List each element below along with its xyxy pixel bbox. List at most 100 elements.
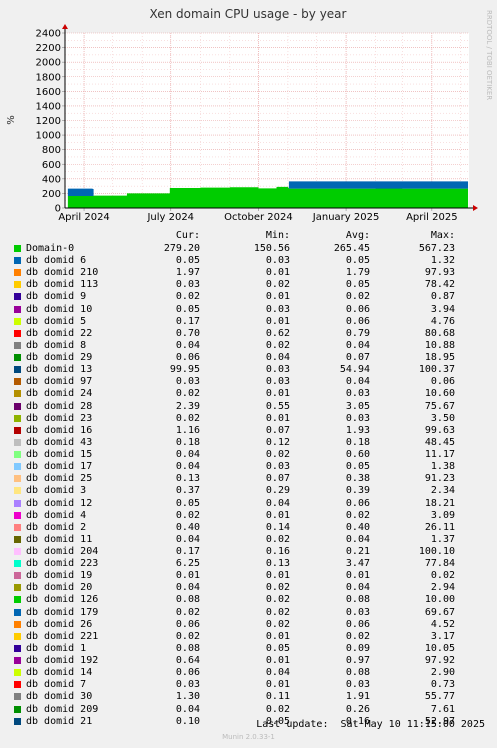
legend-row: db domid 23 0.02 0.01 0.03 3.50 <box>0 413 497 425</box>
legend-series-name: db domid 22 <box>26 327 93 339</box>
legend-max-value: 55.77 <box>424 691 455 703</box>
legend-min-value: 0.01 <box>265 267 290 279</box>
legend-cur-value: 0.02 <box>175 606 200 618</box>
legend-series-name: db domid 7 <box>26 679 87 691</box>
legend-series-name: db domid 113 <box>26 279 99 291</box>
legend-series-name: db domid 3 <box>26 485 87 497</box>
legend-avg-value: 0.97 <box>345 655 370 667</box>
legend-max-value: 1.32 <box>430 255 455 267</box>
legend-series-name: db domid 8 <box>26 339 87 351</box>
legend-avg-value: 0.06 <box>345 315 370 327</box>
legend-row: db domid 26 0.06 0.02 0.06 4.52 <box>0 619 497 631</box>
legend-min-value: 0.03 <box>265 255 290 267</box>
last-update-text: Last update: Sat May 10 11:15:00 2025 <box>256 719 485 730</box>
legend-max-value: 10.60 <box>424 388 455 400</box>
legend-swatch <box>14 245 21 252</box>
legend-swatch <box>14 366 21 374</box>
y-tick-label: 1200 <box>36 116 61 127</box>
legend-row: db domid 10 0.05 0.03 0.06 3.94 <box>0 304 497 316</box>
legend-min-value: 0.01 <box>265 655 290 667</box>
chart-title: Xen domain CPU usage - by year <box>150 7 347 21</box>
legend-row: Domain-0 279.20 150.56 265.45 567.23 <box>0 243 497 255</box>
legend-avg-value: 0.03 <box>345 412 370 424</box>
legend-cur-value: 0.04 <box>175 449 200 461</box>
legend-min-value: 150.56 <box>253 243 290 254</box>
legend-row: db domid 179 0.02 0.02 0.03 69.67 <box>0 607 497 619</box>
legend-cur-value: 0.02 <box>175 412 200 424</box>
legend-series-name: db domid 204 <box>26 546 99 557</box>
legend-min-value: 0.62 <box>265 327 290 339</box>
legend-row: db domid 97 0.03 0.03 0.04 0.06 <box>0 376 497 388</box>
legend-row: db domid 221 0.02 0.01 0.02 3.17 <box>0 631 497 643</box>
legend-min-value: 0.16 <box>265 546 290 557</box>
legend-cur-value: 0.04 <box>175 461 200 473</box>
legend-series-name: db domid 19 <box>26 570 93 582</box>
legend-series-name: db domid 192 <box>26 655 99 667</box>
legend-max-value: 18.21 <box>424 497 455 509</box>
legend-min-value: 0.01 <box>265 412 290 424</box>
legend-header-cur: Cur: <box>175 230 200 241</box>
legend-avg-value: 0.04 <box>345 376 370 388</box>
legend-swatch <box>14 608 21 616</box>
legend-avg-value: 0.09 <box>345 642 370 654</box>
legend-row: db domid 5 0.17 0.01 0.06 4.76 <box>0 316 497 328</box>
legend-avg-value: 0.38 <box>345 473 370 485</box>
y-tick-label: 1600 <box>36 87 61 98</box>
legend-max-value: 100.10 <box>418 546 455 557</box>
legend-avg-value: 0.03 <box>345 388 370 400</box>
y-tick-label: 200 <box>42 189 61 200</box>
y-tick-label: 400 <box>42 174 61 185</box>
legend-cur-value: 0.64 <box>175 655 200 667</box>
legend-max-value: 0.73 <box>430 679 455 691</box>
legend-cur-value: 0.17 <box>175 546 200 557</box>
legend-series-name: db domid 13 <box>26 364 93 376</box>
legend-max-value: 80.68 <box>424 327 455 339</box>
legend-max-value: 4.76 <box>430 315 455 327</box>
legend-swatch <box>14 414 21 422</box>
y-tick-label: 2200 <box>36 43 61 54</box>
legend-series-name: db domid 223 <box>26 558 99 570</box>
legend-swatch <box>14 499 21 507</box>
legend-swatch <box>14 705 21 713</box>
munin-version: Munin 2.0.33-1 <box>222 733 275 741</box>
legend-swatch <box>14 584 21 592</box>
legend-row: db domid 8 0.04 0.02 0.04 10.88 <box>0 340 497 352</box>
legend-avg-value: 0.05 <box>345 255 370 267</box>
legend-min-value: 0.03 <box>265 461 290 473</box>
legend-series-name: db domid 5 <box>26 315 87 327</box>
legend-min-value: 0.03 <box>265 364 290 376</box>
legend-row: db domid 192 0.64 0.01 0.97 97.92 <box>0 655 497 667</box>
legend-min-value: 0.02 <box>265 449 290 461</box>
y-tick-label: 2400 <box>36 29 61 40</box>
legend-swatch <box>14 693 21 701</box>
legend-max-value: 1.37 <box>430 533 455 545</box>
legend-min-value: 0.13 <box>265 558 290 570</box>
legend-series-name: db domid 221 <box>26 630 99 642</box>
x-tick-label: July 2024 <box>146 212 194 223</box>
legend-series-name: db domid 30 <box>26 691 93 703</box>
legend-cur-value: 0.17 <box>175 315 200 327</box>
legend-row: db domid 9 0.02 0.01 0.02 0.87 <box>0 291 497 303</box>
legend-min-value: 0.01 <box>265 570 290 582</box>
legend-cur-value: 0.05 <box>175 497 200 509</box>
legend-avg-value: 3.47 <box>345 558 370 570</box>
legend-series-name: db domid 11 <box>26 533 93 545</box>
legend-cur-value: 0.06 <box>175 667 200 679</box>
legend-min-value: 0.14 <box>265 521 290 533</box>
legend-max-value: 3.17 <box>430 630 455 642</box>
legend-min-value: 0.02 <box>265 339 290 351</box>
legend-min-value: 0.12 <box>265 436 290 448</box>
legend-swatch <box>14 511 21 519</box>
chart-canvas: Xen domain CPU usage - by year % RRDTOOL… <box>6 7 493 223</box>
legend-min-value: 0.01 <box>265 630 290 642</box>
legend-cur-value: 1.16 <box>175 424 200 436</box>
legend-max-value: 100.37 <box>418 364 455 376</box>
legend-avg-value: 54.94 <box>339 364 370 376</box>
legend-swatch <box>14 269 21 277</box>
legend-min-value: 0.01 <box>265 315 290 327</box>
legend-avg-value: 0.04 <box>345 339 370 351</box>
legend-max-value: 567.23 <box>418 243 455 254</box>
legend-swatch <box>14 523 21 531</box>
legend-avg-value: 265.45 <box>333 243 370 254</box>
legend-swatch <box>14 257 21 265</box>
